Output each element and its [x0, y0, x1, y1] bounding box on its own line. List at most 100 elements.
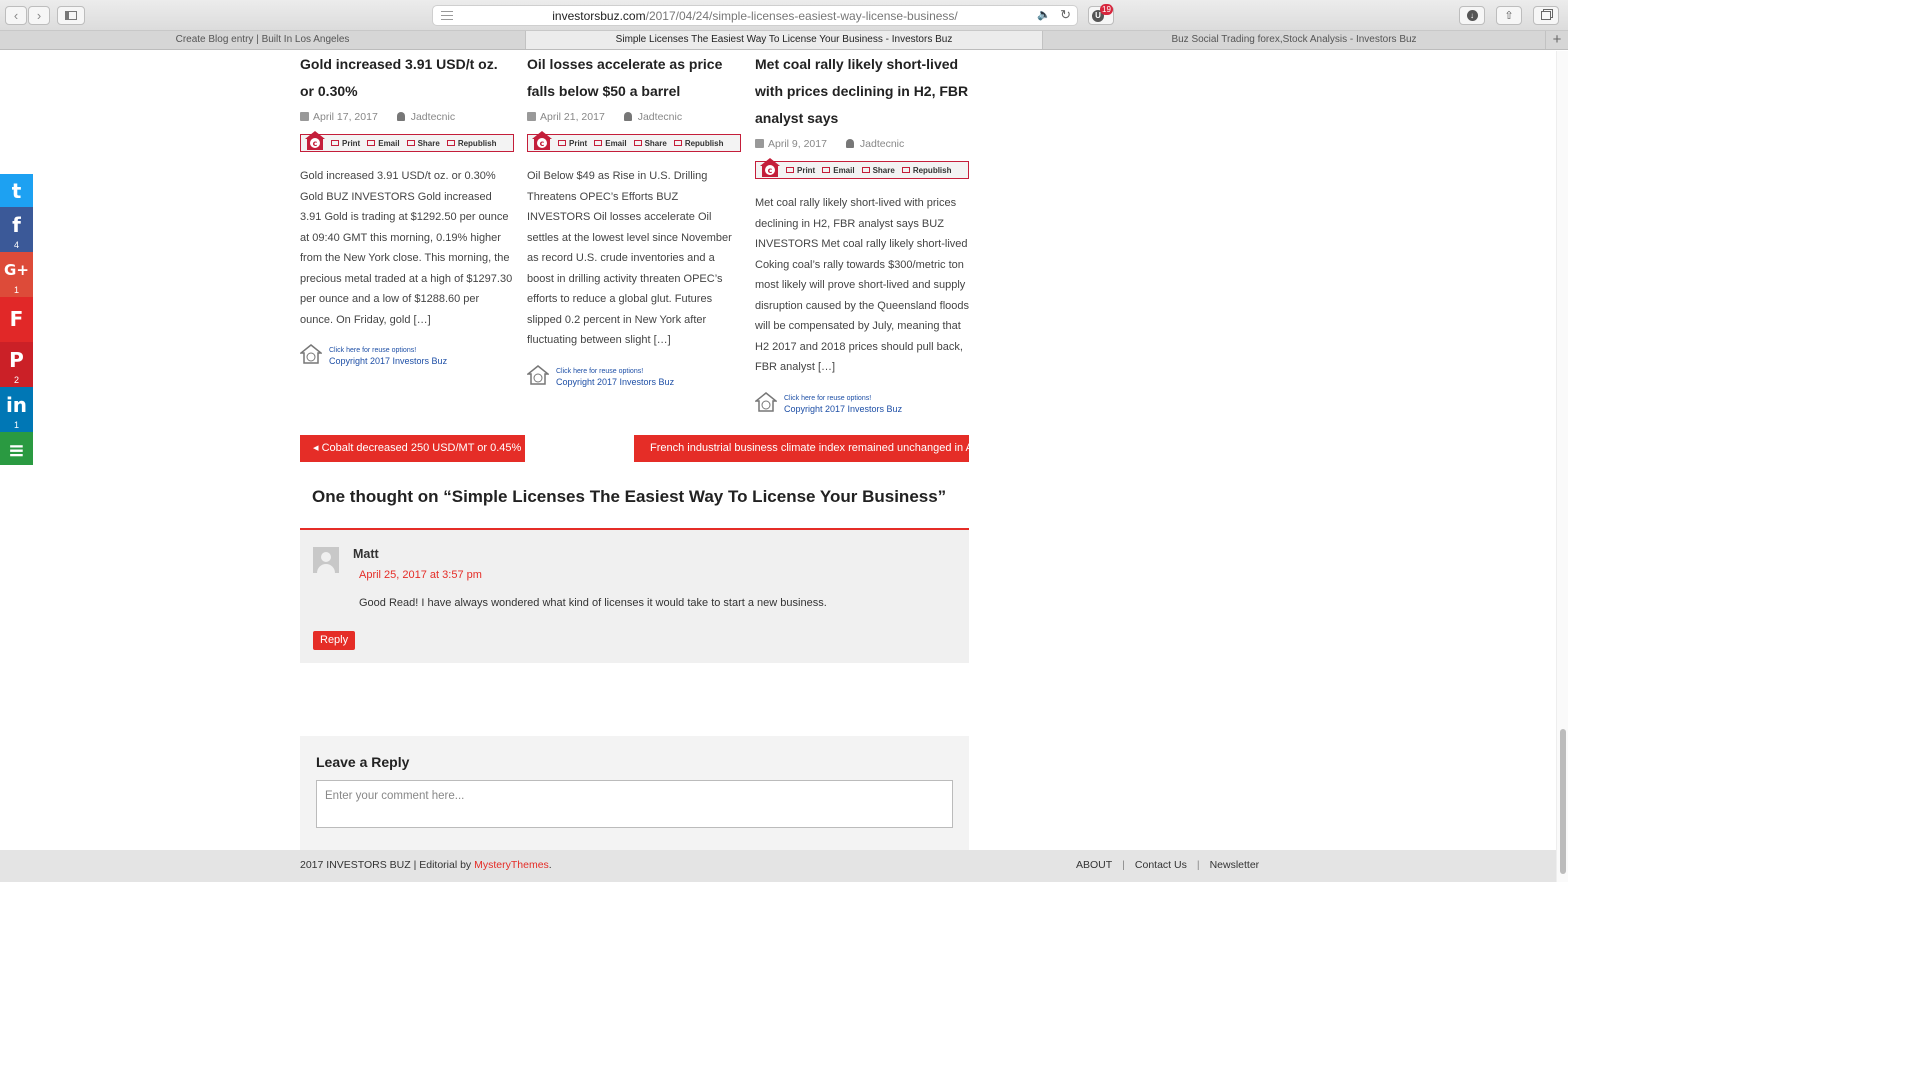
print-button[interactable]: Print [558, 139, 587, 148]
pinterest-icon: P [9, 348, 24, 372]
more-share-icon: ≡ [8, 438, 25, 462]
post-date[interactable]: April 9, 2017 [768, 138, 827, 150]
reload-icon[interactable]: ↻ [1060, 7, 1071, 23]
plus-icon: + [1552, 31, 1562, 48]
tabs-overview-button[interactable] [1533, 6, 1559, 25]
audio-icon[interactable]: 🔈 [1037, 8, 1051, 21]
republish-bar: c Print Email Share Republish [300, 131, 514, 152]
social-share-bar: t f 4 G+ 1 F P 2 in 1 ≡ [0, 174, 33, 465]
next-post-link[interactable]: French industrial business climate index… [634, 435, 969, 462]
scrollbar-thumb[interactable] [1560, 729, 1566, 874]
republish-button[interactable]: Republish [446, 139, 496, 148]
caret-left-icon: ◂ [313, 442, 322, 454]
post-author[interactable]: Jadtecnic [638, 111, 682, 123]
reuse-options-link[interactable]: Click here for reuse options! Copyright … [527, 364, 742, 390]
mysterythemes-link[interactable]: MysteryThemes [474, 859, 549, 871]
post-author[interactable]: Jadtecnic [860, 138, 904, 150]
related-post-title[interactable]: Met coal rally likely short-lived with p… [755, 51, 970, 132]
comment-input[interactable]: Enter your comment here... [316, 780, 953, 828]
post-date[interactable]: April 17, 2017 [313, 111, 378, 123]
email-button[interactable]: Email [367, 139, 400, 148]
download-icon: ↓ [1466, 10, 1478, 21]
reuse-options-link[interactable]: Click here for reuse options! Copyright … [755, 391, 970, 417]
sidebar-toggle-button[interactable] [57, 6, 85, 25]
republish-bar: c Print Email Share Republish [527, 131, 741, 152]
downloads-button[interactable]: ↓ [1459, 6, 1485, 25]
calendar-icon [755, 139, 764, 148]
share-post-button[interactable]: Share [406, 139, 440, 148]
post-author[interactable]: Jadtecnic [411, 111, 455, 123]
tab-buz-social-trading[interactable]: Buz Social Trading forex,Stock Analysis … [1043, 31, 1546, 49]
facebook-share-button[interactable]: f 4 [0, 207, 33, 252]
comments-title: One thought on “Simple Licenses The Easi… [312, 487, 947, 506]
chevron-left-icon: ‹ [13, 8, 19, 23]
calendar-icon [527, 112, 536, 121]
republish-button[interactable]: Republish [673, 139, 723, 148]
related-post-3: Met coal rally likely short-lived with p… [755, 51, 970, 417]
share-icon [861, 167, 870, 173]
flipboard-share-button[interactable]: F [0, 297, 33, 342]
footer-copyright: 2017 INVESTORS BUZ | Editorial by Myster… [300, 859, 552, 871]
user-icon [623, 112, 632, 121]
related-post-title[interactable]: Oil losses accelerate as price falls bel… [527, 51, 742, 105]
republish-icon [901, 167, 910, 173]
chevron-right-icon: › [36, 8, 42, 23]
google-plus-share-button[interactable]: G+ 1 [0, 252, 33, 297]
republish-bar: c Print Email Share Republish [755, 158, 969, 179]
republish-button[interactable]: Republish [901, 166, 951, 175]
related-post-title[interactable]: Gold increased 3.91 USD/t oz. or 0.30% [300, 51, 515, 105]
email-button[interactable]: Email [822, 166, 855, 175]
share-icon [406, 140, 415, 146]
footer-link-about[interactable]: ABOUT [1076, 859, 1112, 871]
share-count: 1 [13, 285, 19, 295]
tab-bar: Create Blog entry | Built In Los Angeles… [0, 31, 1568, 50]
republish-logo-icon: c [760, 158, 780, 177]
browser-toolbar: ‹ › investorsbuz.com/2017/04/24/simple-l… [0, 0, 1568, 31]
print-button[interactable]: Print [786, 166, 815, 175]
reply-button[interactable]: Reply [313, 631, 356, 650]
previous-post-link[interactable]: ◂ Cobalt decreased 250 USD/MT or 0.45% [300, 435, 525, 462]
flipboard-icon: F [9, 307, 24, 331]
post-excerpt: Met coal rally likely short-lived with p… [755, 197, 970, 373]
copyright-house-icon [300, 344, 322, 364]
address-bar[interactable]: investorsbuz.com/2017/04/24/simple-licen… [432, 5, 1078, 26]
email-button[interactable]: Email [594, 139, 627, 148]
post-meta: April 17, 2017 Jadtecnic [300, 108, 515, 126]
tab-create-blog-entry[interactable]: Create Blog entry | Built In Los Angeles [0, 31, 526, 49]
print-button[interactable]: Print [331, 139, 360, 148]
related-post-2: Oil losses accelerate as price falls bel… [527, 51, 742, 390]
site-footer: 2017 INVESTORS BUZ | Editorial by Myster… [0, 850, 1556, 882]
facebook-icon: f [12, 213, 21, 237]
forward-button[interactable]: › [28, 6, 50, 25]
extension-button[interactable]: U 19 [1088, 4, 1114, 25]
tabs-icon [1541, 11, 1551, 20]
user-icon [845, 139, 854, 148]
page-content: t f 4 G+ 1 F P 2 in 1 ≡ Gold increased 3… [0, 51, 1568, 882]
footer-link-newsletter[interactable]: Newsletter [1210, 859, 1260, 871]
print-icon [331, 140, 339, 146]
more-share-button[interactable]: ≡ [0, 432, 33, 465]
republish-icon [446, 140, 455, 146]
share-button[interactable]: ⇧ [1496, 6, 1522, 25]
page-scrollbar[interactable] [1556, 51, 1568, 882]
pinterest-share-button[interactable]: P 2 [0, 342, 33, 387]
twitter-share-button[interactable]: t [0, 174, 33, 207]
linkedin-share-button[interactable]: in 1 [0, 387, 33, 432]
footer-link-contact[interactable]: Contact Us [1135, 859, 1187, 871]
sidebar-icon [65, 11, 77, 20]
calendar-icon [300, 112, 309, 121]
comment-date-link[interactable]: April 25, 2017 at 3:57 pm [359, 569, 482, 581]
share-icon: ⇧ [1504, 10, 1514, 22]
share-post-button[interactable]: Share [633, 139, 667, 148]
share-post-button[interactable]: Share [861, 166, 895, 175]
new-tab-button[interactable]: + [1546, 31, 1568, 49]
related-post-1: Gold increased 3.91 USD/t oz. or 0.30% A… [300, 51, 515, 369]
back-button[interactable]: ‹ [5, 6, 27, 25]
share-icon [633, 140, 642, 146]
reuse-options-link[interactable]: Click here for reuse options! Copyright … [300, 343, 515, 369]
comment-item: Matt April 25, 2017 at 3:57 pm Good Read… [300, 530, 969, 663]
post-date[interactable]: April 21, 2017 [540, 111, 605, 123]
url-text: investorsbuz.com/2017/04/24/simple-licen… [552, 9, 958, 23]
tab-simple-licenses[interactable]: Simple Licenses The Easiest Way To Licen… [526, 31, 1043, 49]
user-icon [396, 112, 405, 121]
